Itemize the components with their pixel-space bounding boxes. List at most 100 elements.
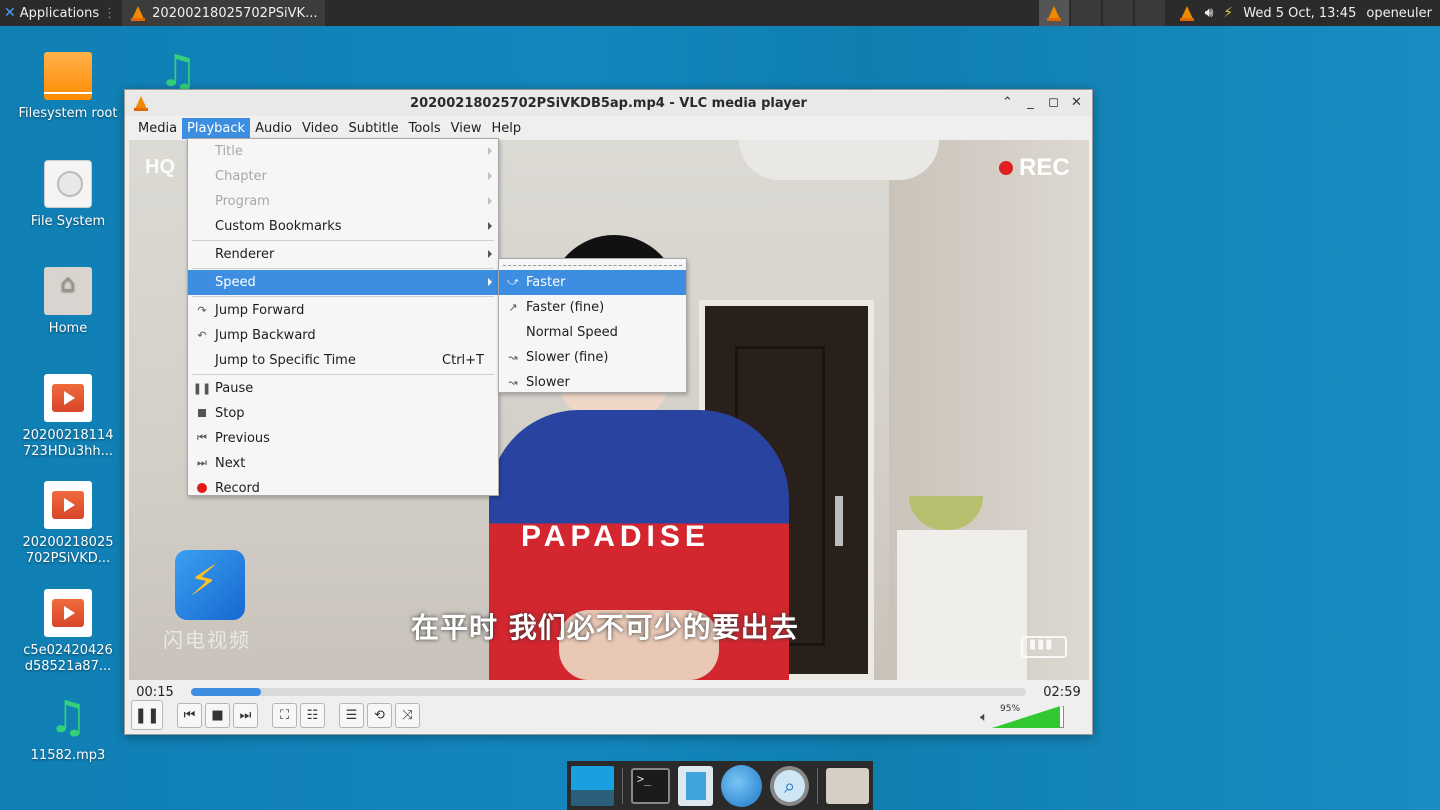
menu-item-program: Program bbox=[188, 189, 498, 214]
terminal-icon[interactable]: >_ bbox=[630, 767, 671, 804]
close-button[interactable]: ✕ bbox=[1067, 93, 1086, 112]
shuffle-button[interactable]: ⤨ bbox=[395, 702, 420, 728]
menu-item-renderer[interactable]: Renderer bbox=[188, 242, 498, 267]
minimize-button[interactable]: _ bbox=[1021, 93, 1040, 112]
menu-subtitle[interactable]: Subtitle bbox=[343, 118, 403, 139]
menu-item-previous[interactable]: ⏮ Previous bbox=[188, 426, 498, 451]
menu-item-title: Title bbox=[188, 139, 498, 164]
menu-item-label: Faster bbox=[526, 275, 566, 290]
menu-item-jump-backward[interactable]: ↶ Jump Backward bbox=[188, 323, 498, 348]
vlc-icon bbox=[1046, 5, 1062, 21]
music-file-icon: ♫ bbox=[48, 692, 88, 743]
menu-item-label: Record bbox=[215, 481, 260, 496]
video-battery-icon bbox=[1021, 636, 1067, 658]
applications-menu-button[interactable]: ✕ Applications ⋮ bbox=[0, 0, 120, 26]
desktop-icon-mp3[interactable]: ♫ 11582.mp3 bbox=[18, 694, 118, 764]
folder-icon[interactable] bbox=[826, 767, 869, 804]
vlc-icon bbox=[133, 95, 149, 111]
video-subtitle: 在平时 我们必不可少的要出去 bbox=[411, 611, 799, 644]
menu-item-label: Custom Bookmarks bbox=[215, 219, 342, 234]
menu-item-custom-bookmarks[interactable]: Custom Bookmarks bbox=[188, 214, 498, 239]
user-menu[interactable]: openeuler bbox=[1366, 6, 1432, 21]
speaker-icon[interactable]: 🔈︎ bbox=[980, 710, 988, 725]
bottom-dock: >_ ⌕ bbox=[567, 761, 873, 810]
next-button[interactable]: ⏭ bbox=[233, 702, 258, 728]
slower-fine-icon: ↝ bbox=[508, 350, 518, 364]
menu-item-faster[interactable]: ⤻ Faster bbox=[499, 270, 686, 295]
loop-button[interactable]: ⟲ bbox=[367, 702, 392, 728]
desktop-icon-label: Filesystem root bbox=[18, 106, 118, 121]
menu-item-label: Title bbox=[215, 144, 243, 159]
fullscreen-button[interactable]: ⛶ bbox=[272, 702, 297, 728]
submenu-arrow-icon bbox=[488, 250, 492, 258]
menu-item-label: Jump Forward bbox=[215, 303, 305, 318]
web-browser-icon[interactable] bbox=[721, 764, 763, 807]
menu-item-slower[interactable]: ↝ Slower bbox=[499, 370, 686, 395]
disk-icon bbox=[44, 160, 92, 208]
desktop-icon-video-3[interactable]: c5e02420426d58521a87... bbox=[18, 589, 118, 675]
workspace-4[interactable] bbox=[1134, 0, 1165, 26]
menu-audio[interactable]: Audio bbox=[250, 118, 297, 139]
previous-button[interactable]: ⏮ bbox=[177, 702, 202, 728]
clock[interactable]: Wed 5 Oct, 13:45 bbox=[1243, 6, 1356, 21]
workspace-2[interactable] bbox=[1070, 0, 1101, 26]
menu-item-next[interactable]: ⏭ Next bbox=[188, 451, 498, 476]
desktop-icon-label: Home bbox=[48, 321, 88, 336]
menu-item-normal-speed[interactable]: Normal Speed bbox=[499, 320, 686, 345]
menu-item-slower-fine[interactable]: ↝ Slower (fine) bbox=[499, 345, 686, 370]
shade-button[interactable]: ⌃ bbox=[998, 93, 1017, 112]
video-scene-cabinet bbox=[897, 530, 1027, 680]
submenu-arrow-icon bbox=[488, 278, 492, 286]
time-elapsed[interactable]: 00:15 bbox=[125, 685, 185, 700]
menu-tools[interactable]: Tools bbox=[404, 118, 446, 139]
vlc-tray-icon[interactable] bbox=[1179, 5, 1195, 21]
playlist-button[interactable]: ☰ bbox=[339, 702, 364, 728]
desktop-icon-home[interactable]: Home bbox=[18, 267, 118, 337]
menu-item-speed[interactable]: Speed bbox=[188, 270, 498, 295]
menu-item-jump-specific-time[interactable]: Jump to Specific Time Ctrl+T bbox=[188, 348, 498, 373]
volume-slider[interactable]: 95% bbox=[992, 704, 1064, 728]
menu-item-label: Stop bbox=[215, 406, 245, 421]
workspace-1[interactable] bbox=[1038, 0, 1069, 26]
desktop-icon-label: File System bbox=[30, 214, 106, 229]
menu-item-faster-fine[interactable]: ↗ Faster (fine) bbox=[499, 295, 686, 320]
maximize-button[interactable]: ◻ bbox=[1044, 93, 1063, 112]
menu-item-label: Normal Speed bbox=[526, 325, 618, 340]
desktop-icon-video-2[interactable]: 20200218025702PSiVKD... bbox=[18, 481, 118, 567]
menu-item-label: Pause bbox=[215, 381, 254, 396]
menu-help[interactable]: Help bbox=[487, 118, 527, 139]
video-scene-ceiling bbox=[739, 140, 939, 180]
jump-backward-icon: ↶ bbox=[197, 328, 207, 342]
menu-item-record[interactable]: Record bbox=[188, 476, 498, 501]
menu-view[interactable]: View bbox=[446, 118, 487, 139]
desktop-icon-video-1[interactable]: 20200218114723HDu3hh... bbox=[18, 374, 118, 460]
stop-button[interactable]: ■ bbox=[205, 702, 230, 728]
desktop-icon-file-system[interactable]: File System bbox=[18, 160, 118, 230]
submenu-arrow-icon bbox=[488, 172, 492, 180]
desktop-icon-filesystem-root[interactable]: Filesystem root bbox=[18, 52, 118, 122]
seek-slider[interactable] bbox=[191, 688, 1026, 696]
menu-media[interactable]: Media bbox=[133, 118, 182, 139]
jump-forward-icon: ↷ bbox=[197, 303, 207, 317]
file-manager-icon[interactable] bbox=[678, 765, 714, 806]
taskbar-vlc-window[interactable]: 20200218025702PSiVK... bbox=[122, 0, 326, 26]
time-total[interactable]: 02:59 bbox=[1032, 685, 1092, 700]
pause-button[interactable]: ❚❚ bbox=[131, 700, 163, 730]
app-finder-icon[interactable]: ⌕ bbox=[770, 765, 810, 806]
power-tray-icon[interactable]: ⚡ bbox=[1223, 5, 1233, 21]
menu-video[interactable]: Video bbox=[297, 118, 343, 139]
menu-item-stop[interactable]: Stop bbox=[188, 401, 498, 426]
video-watermark-text: 闪电视频 bbox=[163, 628, 251, 652]
desktop-icon-label: 20200218025702PSiVKD... bbox=[22, 535, 114, 566]
tearoff-line[interactable] bbox=[503, 265, 682, 267]
menu-item-shortcut: Ctrl+T bbox=[442, 353, 484, 368]
volume-tray-icon[interactable]: 🔊︎ bbox=[1205, 5, 1214, 21]
vlc-titlebar[interactable]: 20200218025702PSiVKDB5ap.mp4 - VLC media… bbox=[125, 90, 1092, 116]
workspace-3[interactable] bbox=[1102, 0, 1133, 26]
video-file-icon bbox=[44, 374, 92, 422]
menu-item-pause[interactable]: ❚❚ Pause bbox=[188, 376, 498, 401]
menu-item-jump-forward[interactable]: ↷ Jump Forward bbox=[188, 298, 498, 323]
show-desktop-icon[interactable] bbox=[571, 765, 614, 806]
menu-playback[interactable]: Playback bbox=[182, 117, 251, 139]
extended-settings-button[interactable]: ☷ bbox=[300, 702, 325, 728]
